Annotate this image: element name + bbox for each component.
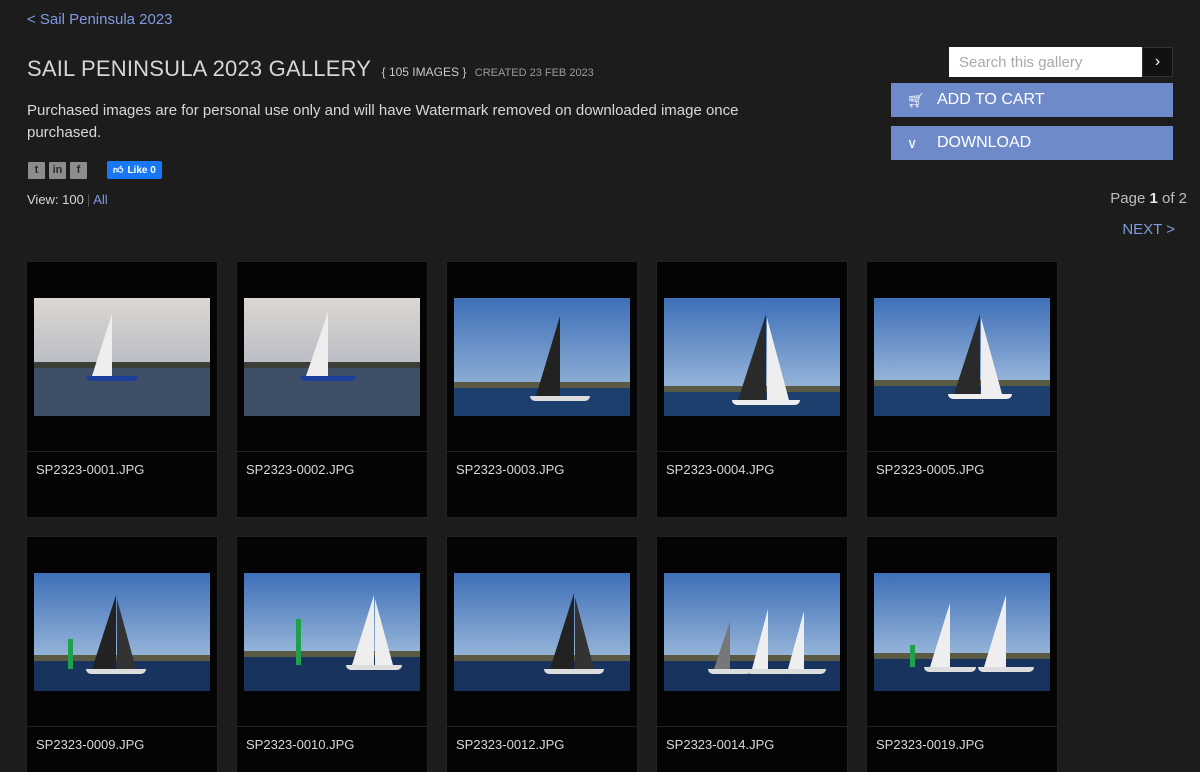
created-date: CREATED 23 FEB 2023 (474, 67, 594, 79)
thumbnail-filename: SP2323-0004.JPG (666, 462, 775, 477)
thumbnail-card[interactable]: SP2323-0003.JPG (446, 261, 638, 518)
thumbnail-filename: SP2323-0019.JPG (876, 737, 985, 752)
thumbnail-filename: SP2323-0009.JPG (36, 737, 145, 752)
thumbnail-filename: SP2323-0012.JPG (456, 737, 565, 752)
back-link[interactable]: < Sail Peninsula 2023 (27, 11, 173, 28)
facebook-icon[interactable]: f (70, 161, 87, 179)
twitter-icon[interactable]: t (28, 161, 45, 179)
add-to-cart-button[interactable]: 🛒︎ ADD TO CART (891, 83, 1173, 117)
thumbnail-photo[interactable] (874, 572, 1050, 691)
page-indicator: Page 1 of 2 (1110, 190, 1187, 207)
thumbnail-card[interactable]: SP2323-0012.JPG (446, 536, 638, 772)
current-page: 1 (1149, 190, 1158, 207)
thumbnail-filename: SP2323-0014.JPG (666, 737, 775, 752)
thumbnail-filename: SP2323-0002.JPG (246, 462, 355, 477)
thumbnail-filename: SP2323-0005.JPG (876, 462, 985, 477)
gallery-search: › (949, 47, 1173, 77)
cart-icon: 🛒︎ (907, 91, 925, 108)
thumbnail-photo[interactable] (244, 297, 420, 416)
thumbnail-photo[interactable] (664, 572, 840, 691)
add-to-cart-label: ADD TO CART (937, 91, 1045, 108)
thumbnail-card[interactable]: SP2323-0019.JPG (866, 536, 1058, 772)
download-label: DOWNLOAD (937, 134, 1032, 151)
view-all-link[interactable]: All (93, 192, 107, 207)
thumbnail-photo[interactable] (874, 297, 1050, 416)
thumbnail-card[interactable]: SP2323-0001.JPG (26, 261, 218, 518)
image-count: { 105 IMAGES } (381, 65, 467, 79)
linkedin-icon[interactable]: in (49, 161, 66, 179)
page-title: SAIL PENINSULA 2023 GALLERY (27, 56, 372, 81)
thumbnail-photo[interactable] (664, 297, 840, 416)
facebook-like-button[interactable]: 👍︎ Like 0 (107, 161, 162, 179)
thumbnail-photo[interactable] (244, 572, 420, 691)
download-button[interactable]: ∨ DOWNLOAD (891, 126, 1173, 160)
thumbnail-card[interactable]: SP2323-0010.JPG (236, 536, 428, 772)
view-count-label: View: 100 (27, 192, 84, 207)
chevron-down-icon: ∨ (907, 134, 918, 151)
next-page-link[interactable]: NEXT > (1122, 221, 1175, 238)
thumbnail-photo[interactable] (454, 297, 630, 416)
like-label: Like 0 (127, 164, 156, 176)
thumbnail-grid: SP2323-0001.JPG SP2323-0002.JPG SP2323-0… (26, 261, 1058, 772)
thumbnail-card[interactable]: SP2323-0005.JPG (866, 261, 1058, 518)
thumbnail-card[interactable]: SP2323-0009.JPG (26, 536, 218, 772)
thumbnail-photo[interactable] (34, 572, 210, 691)
thumbnail-filename: SP2323-0010.JPG (246, 737, 355, 752)
chevron-right-icon: › (1154, 53, 1161, 70)
search-input[interactable] (949, 47, 1142, 77)
thumbs-up-icon: 👍︎ (113, 165, 124, 176)
thumbnail-photo[interactable] (34, 297, 210, 416)
thumbnail-photo[interactable] (454, 572, 630, 691)
thumbnail-card[interactable]: SP2323-0004.JPG (656, 261, 848, 518)
gallery-heading: SAIL PENINSULA 2023 GALLERY { 105 IMAGES… (27, 56, 594, 82)
thumbnail-filename: SP2323-0001.JPG (36, 462, 145, 477)
thumbnail-card[interactable]: SP2323-0014.JPG (656, 536, 848, 772)
gallery-description: Purchased images are for personal use on… (27, 102, 739, 141)
thumbnail-filename: SP2323-0003.JPG (456, 462, 565, 477)
search-submit-button[interactable]: › (1142, 47, 1173, 77)
view-selector: View: 100 | All (27, 192, 108, 207)
social-share-bar: t in f 👍︎ Like 0 (28, 161, 162, 179)
thumbnail-card[interactable]: SP2323-0002.JPG (236, 261, 428, 518)
